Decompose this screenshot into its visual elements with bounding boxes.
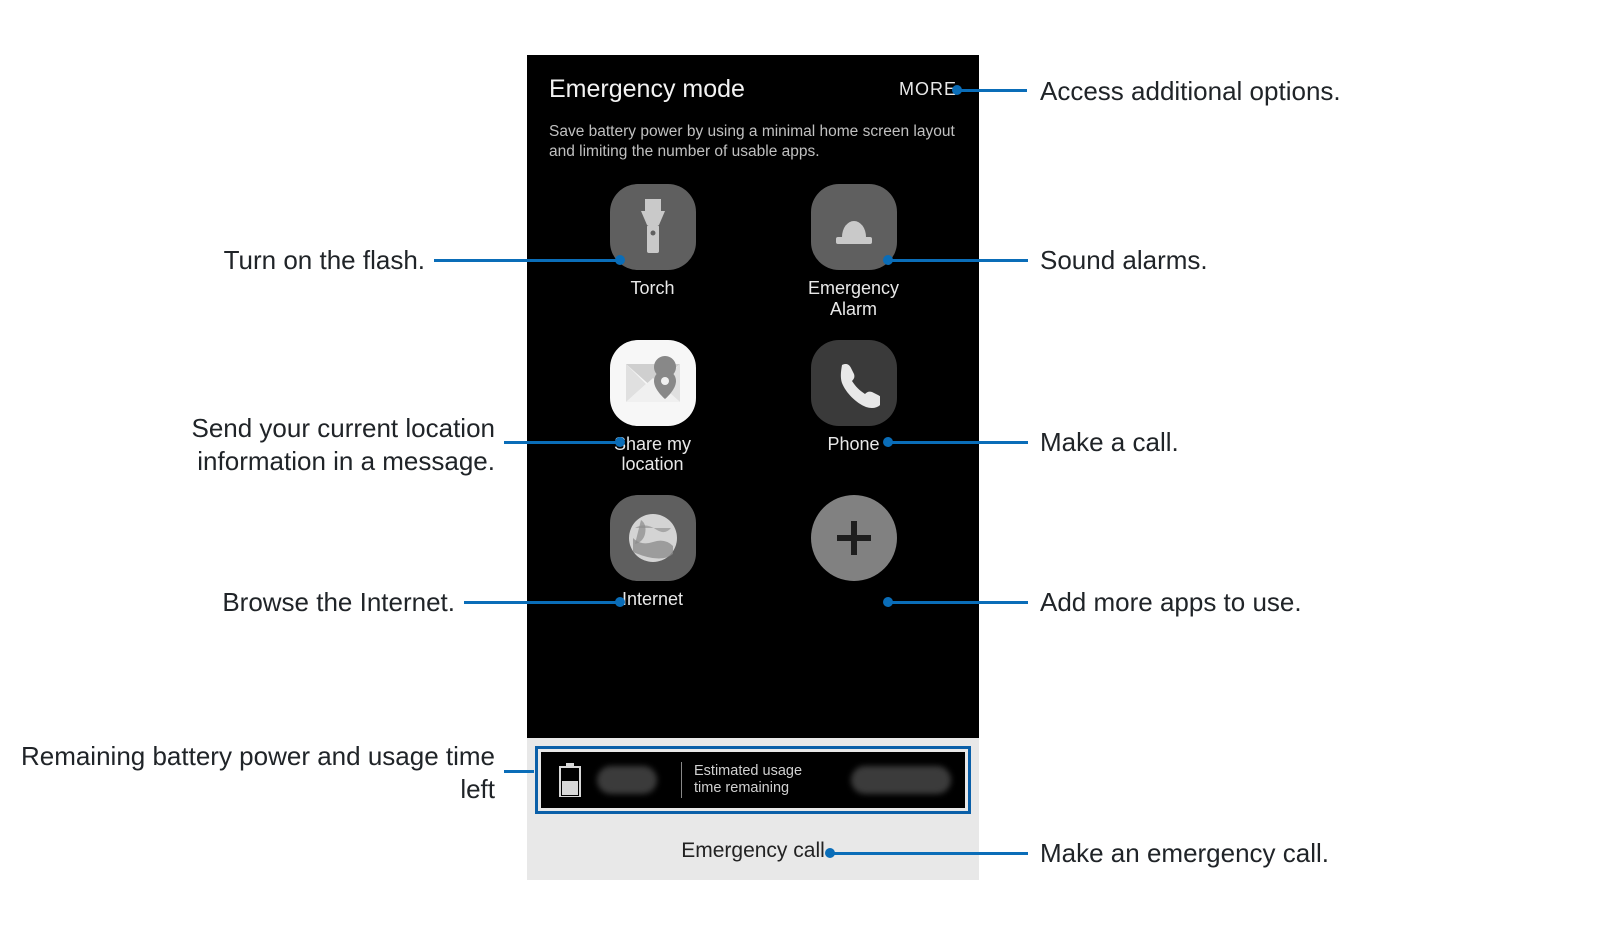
callout-share: Send your current location information i… [60,412,495,477]
leader-dot [615,255,625,265]
alarm-label: EmergencyAlarm [808,278,899,319]
add-label [851,589,856,610]
emergency-alarm-app[interactable]: EmergencyAlarm [798,184,909,319]
plus-icon [811,495,897,581]
time-remaining-redacted [851,766,951,794]
battery-status-bar: Estimated usagetime remaining [535,746,971,814]
leader-line [504,770,534,773]
app-grid: Torch EmergencyAlarm [527,184,979,609]
leader-dot [883,255,893,265]
callout-alarm: Sound alarms. [1040,244,1440,277]
add-app[interactable] [798,495,909,610]
leader-line [888,601,1028,604]
phone-label: Phone [827,434,879,455]
leader-dot [883,437,893,447]
leader-line [464,601,620,604]
callout-add: Add more apps to use. [1040,586,1440,619]
leader-line [957,89,1027,92]
leader-dot [615,597,625,607]
share-location-icon [610,340,696,426]
internet-label: Internet [622,589,683,610]
callout-phone: Make a call. [1040,426,1340,459]
phone-mockup: Emergency mode MORE Save battery power b… [527,55,979,880]
callout-internet: Browse the Internet. [60,586,455,619]
torch-label: Torch [630,278,674,299]
share-location-label: Share mylocation [614,434,691,475]
callout-more: Access additional options. [1040,75,1520,108]
callout-ecall: Make an emergency call. [1040,837,1490,870]
leader-dot [952,85,962,95]
phone-app[interactable]: Phone [798,340,909,475]
battery-icon [555,763,585,797]
leader-line [434,259,620,262]
leader-line [830,852,1028,855]
separator [681,762,682,798]
leader-line [888,441,1028,444]
callout-battery: Remaining battery power and usage time l… [20,740,495,805]
more-button[interactable]: MORE [899,79,957,100]
emergency-call-button[interactable]: Emergency call [527,822,979,880]
internet-app[interactable]: Internet [597,495,708,610]
estimated-usage-label: Estimated usagetime remaining [694,763,802,798]
phone-icon [811,340,897,426]
leader-dot [615,437,625,447]
mode-description: Save battery power by using a minimal ho… [527,116,979,184]
internet-icon [610,495,696,581]
torch-app[interactable]: Torch [597,184,708,319]
status-area: Estimated usagetime remaining [527,738,979,822]
page-title: Emergency mode [549,75,745,104]
leader-dot [825,848,835,858]
share-location-app[interactable]: Share mylocation [597,340,708,475]
battery-percent-redacted [597,766,657,794]
leader-line [888,259,1028,262]
leader-dot [883,597,893,607]
callout-torch: Turn on the flash. [60,244,425,277]
leader-line [504,441,620,444]
phone-header: Emergency mode MORE [527,55,979,116]
